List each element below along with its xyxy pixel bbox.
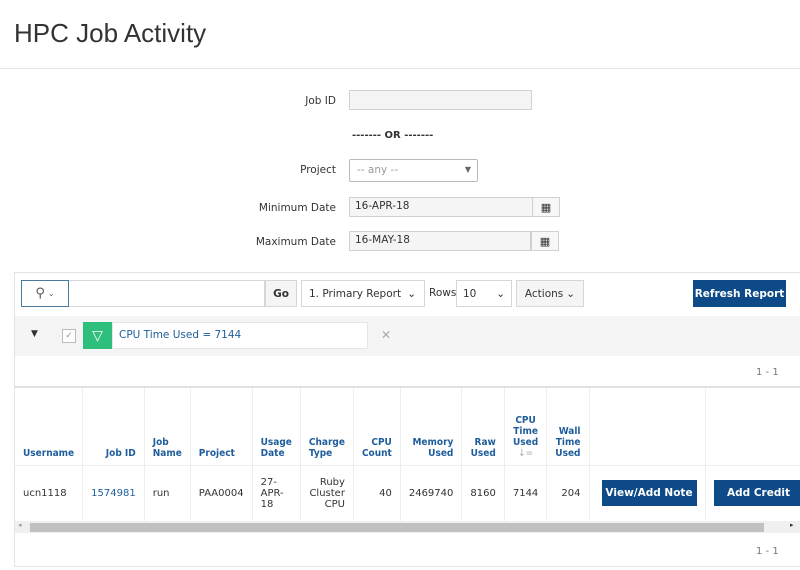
project-select-value: -- any -- (357, 164, 399, 176)
chevron-down-icon: ⌄ (566, 287, 576, 300)
cell-project: PAA0004 (190, 464, 253, 521)
rows-select[interactable]: 10 ⌄ (456, 280, 512, 307)
report-select-value: 1. Primary Report (309, 287, 402, 300)
project-label: Project (300, 164, 336, 176)
col-cpu-time-used[interactable]: CPU Time Used ↓= (504, 388, 548, 465)
job-id-label: Job ID (305, 95, 336, 107)
actions-label: Actions (524, 287, 564, 300)
divider (0, 68, 800, 69)
min-date-label: Minimum Date (258, 202, 336, 214)
max-date-input[interactable]: 16-MAY-18 (349, 231, 531, 251)
cell-memory-used: 2469740 (400, 464, 463, 521)
remove-filter-icon[interactable]: ✕ (381, 328, 391, 342)
col-wall-time-used[interactable]: Wall Time Used (546, 388, 590, 465)
refresh-report-button[interactable]: Refresh Report (693, 280, 786, 307)
cell-cpu-count: 40 (353, 464, 401, 521)
col-cpu-count[interactable]: CPU Count (353, 388, 401, 465)
job-id-input[interactable] (349, 90, 532, 110)
filter-icon: ▽ (83, 322, 112, 349)
min-date-input[interactable]: 16-APR-18 (349, 197, 533, 217)
or-separator: ------- OR ------- (352, 130, 434, 141)
scroll-right-icon[interactable]: ▸ (790, 521, 794, 529)
cell-credit: Add Credit (705, 464, 800, 521)
collapse-toggle-icon[interactable]: ▼ (31, 329, 38, 339)
chevron-down-icon: ⌄ (47, 289, 55, 298)
filter-enable-checkbox[interactable]: ✓ (62, 329, 76, 343)
cell-job-name: run (144, 464, 191, 521)
col-memory-used[interactable]: Memory Used (400, 388, 463, 465)
cell-username: ucn1118 (15, 464, 84, 521)
scroll-left-icon[interactable]: ◂ (18, 521, 22, 529)
add-credit-button[interactable]: Add Credit (713, 480, 800, 507)
report-select[interactable]: 1. Primary Report ⌄ (301, 280, 425, 307)
rows-label: Rows (429, 287, 457, 299)
cell-wall-time-used: 204 (546, 464, 590, 521)
calendar-icon[interactable]: ▦ (531, 231, 559, 251)
sort-descending-icon: ↓= (518, 447, 534, 459)
search-input[interactable] (69, 280, 265, 307)
max-date-label: Maximum Date (255, 236, 336, 248)
chevron-down-icon: ⌄ (407, 287, 416, 300)
search-icon: ⚲ (35, 286, 45, 301)
col-charge-type[interactable]: Charge Type (300, 388, 354, 465)
chevron-down-icon: ⌄ (496, 287, 505, 300)
report-table: Username Job ID Job Name Project Usage D… (15, 388, 800, 521)
col-username[interactable]: Username (15, 388, 84, 465)
cell-cpu-time-used: 7144 (504, 464, 548, 521)
col-credit (705, 388, 800, 465)
calendar-icon[interactable]: ▦ (532, 197, 560, 217)
cell-charge-type: Ruby Cluster CPU (300, 464, 354, 521)
search-column-selector[interactable]: ⚲ ⌄ (21, 280, 69, 307)
cell-usage-date: 27-APR-18 (252, 464, 301, 521)
cell-note: View/Add Note (589, 464, 706, 521)
pagination-top: 1 - 1 (756, 367, 779, 378)
actions-button[interactable]: Actions ⌄ (516, 280, 584, 307)
project-select[interactable]: -- any -- ▼ (349, 159, 478, 182)
table-header-row: Username Job ID Job Name Project Usage D… (15, 388, 800, 465)
col-note (589, 388, 706, 465)
pagination-bottom: 1 - 1 (756, 546, 779, 557)
col-job-id[interactable]: Job ID (82, 388, 145, 465)
caret-down-icon: ▼ (464, 165, 471, 174)
rows-select-value: 10 (463, 287, 477, 300)
cell-job-id-link[interactable]: 1574981 (82, 464, 145, 521)
col-project[interactable]: Project (190, 388, 253, 465)
table-row: ucn1118 1574981 run PAA0004 27-APR-18 Ru… (15, 464, 800, 521)
col-raw-used[interactable]: Raw Used (461, 388, 505, 465)
horizontal-scrollbar[interactable]: ◂ ▸ (15, 521, 800, 533)
cell-raw-used: 8160 (461, 464, 505, 521)
report-table-wrapper: Username Job ID Job Name Project Usage D… (15, 388, 800, 521)
col-job-name[interactable]: Job Name (144, 388, 191, 465)
scrollbar-thumb[interactable] (30, 523, 764, 532)
col-cpu-time-used-label: CPU Time Used (512, 414, 539, 448)
page-title: HPC Job Activity (14, 18, 207, 48)
col-usage-date[interactable]: Usage Date (252, 388, 301, 465)
view-add-note-button[interactable]: View/Add Note (601, 480, 697, 507)
go-button[interactable]: Go (265, 280, 297, 307)
filter-label[interactable]: CPU Time Used = 7144 (112, 322, 368, 349)
